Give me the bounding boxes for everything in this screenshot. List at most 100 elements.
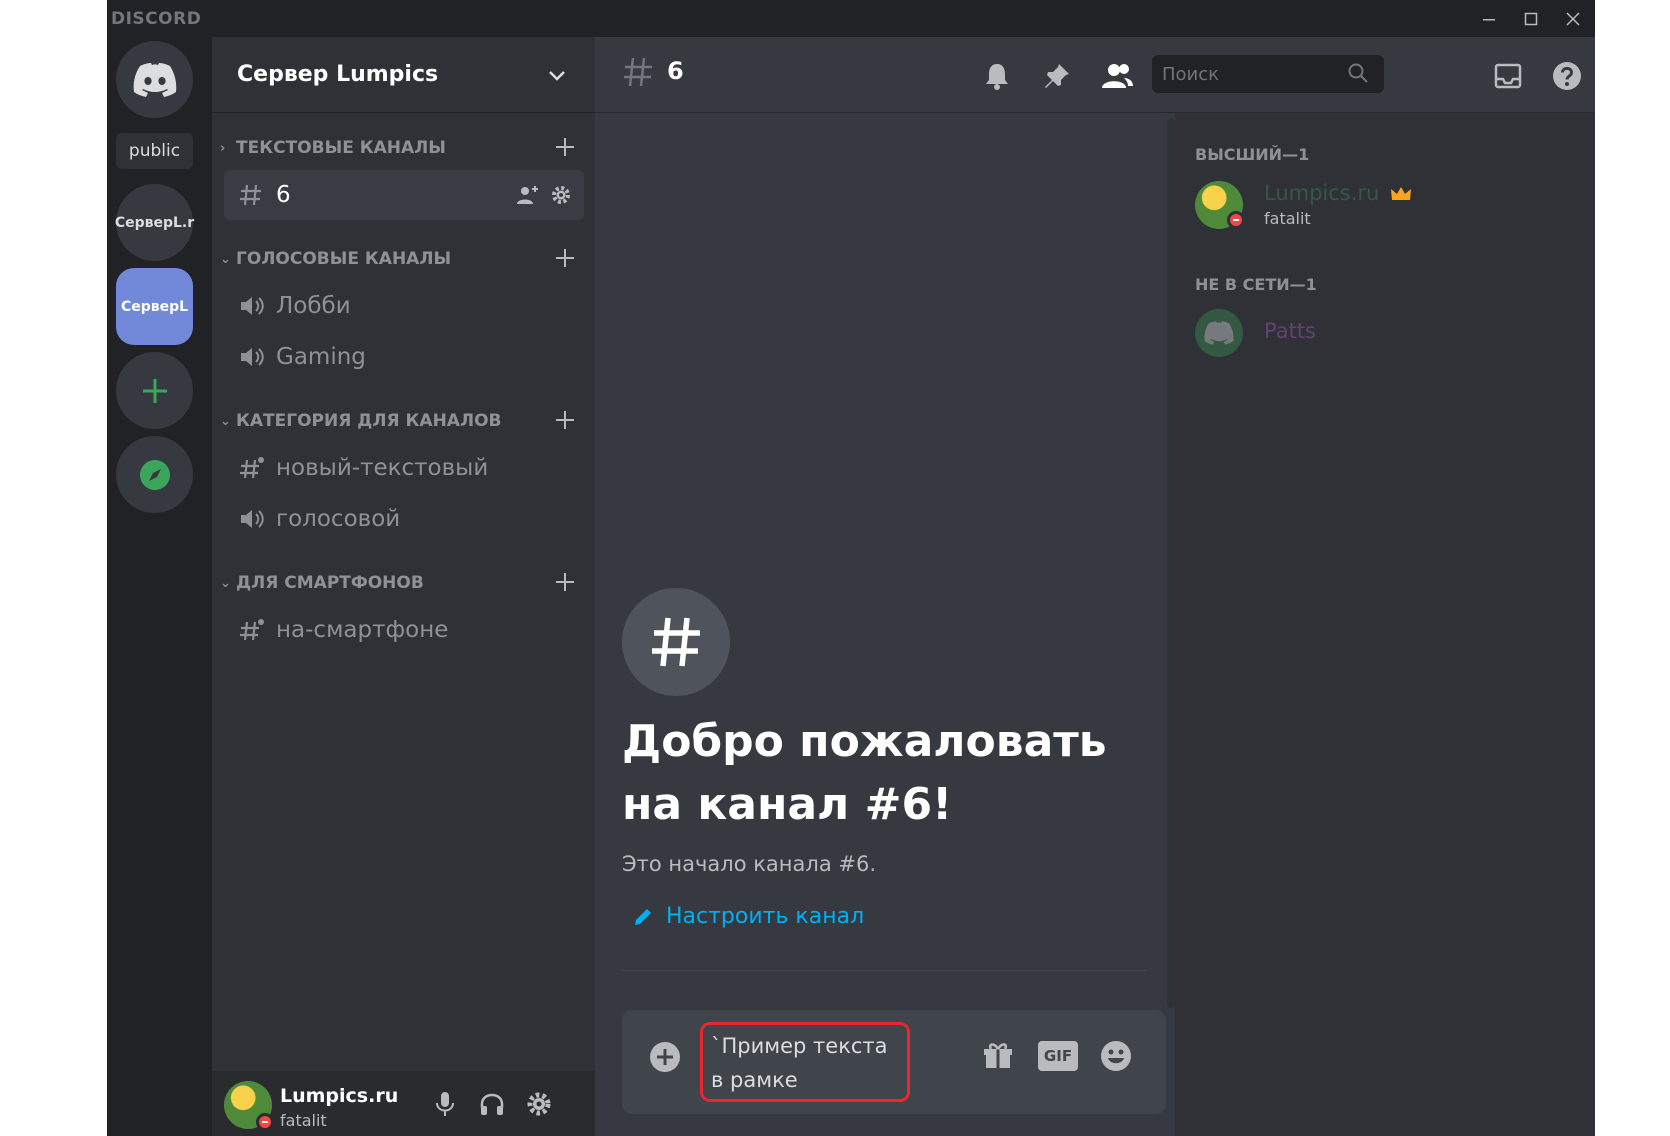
channel-title: 6 [667,57,684,85]
maximize-icon[interactable] [1511,4,1551,34]
chevron-down-icon: ⌄ [220,251,231,267]
hash-threads-icon [238,455,276,481]
member-list: ВЫСШИЙ—1 Lumpics.ru fatalit НЕ В СЕТИ—1 … [1175,113,1595,1136]
member-group-online: ВЫСШИЙ—1 [1195,145,1310,164]
plus-circle-icon [650,1042,680,1072]
discord-logo-icon [133,62,176,97]
server-icon-serverl-active[interactable]: СерверL [116,268,193,345]
compass-icon [139,459,170,490]
channel-welcome-hash-icon [622,588,730,696]
add-channel-icon[interactable] [554,247,576,269]
explore-servers-button[interactable] [116,436,193,513]
chat-scrollbar[interactable] [1167,118,1175,1008]
crown-icon [1391,187,1411,200]
home-button[interactable] [116,41,193,118]
channel-item-lobby[interactable]: Лобби [224,281,584,331]
speaker-icon [238,344,276,370]
microphone-icon[interactable] [430,1089,460,1119]
inbox-icon[interactable] [1489,57,1527,95]
public-label: public [116,133,193,169]
dnd-status-icon [256,1113,274,1131]
add-channel-icon[interactable] [554,136,576,158]
speaker-icon [238,293,276,319]
gif-button[interactable]: GIF [1036,1036,1080,1076]
minimize-icon[interactable] [1469,4,1509,34]
member-name-offline[interactable]: Patts [1264,319,1316,343]
app-brand: DISCORD [111,9,202,29]
close-icon[interactable] [1553,4,1593,34]
category-label: КАТЕГОРИЯ ДЛЯ КАНАЛОВ [236,411,502,431]
category-smartphones[interactable]: ⌄ ДЛЯ СМАРТФОНОВ [220,569,580,597]
hash-icon [624,57,652,87]
channel-item-6[interactable]: 6 [224,170,584,220]
user-tag: fatalit [280,1111,327,1130]
hash-icon [238,182,276,208]
gift-icon[interactable] [978,1036,1018,1076]
member-group-offline: НЕ В СЕТИ—1 [1195,275,1317,294]
category-label: ДЛЯ СМАРТФОНОВ [236,573,424,593]
chevron-down-icon: ⌄ [220,575,231,591]
hash-threads-icon [238,617,276,643]
chevron-down-icon [549,71,565,81]
category-text-channels[interactable]: › ТЕКСТОВЫЕ КАНАЛЫ [220,134,580,162]
channel-item-gaming[interactable]: Gaming [224,332,584,382]
channel-sidebar: Сервер Lumpics › ТЕКСТОВЫЕ КАНАЛЫ 6 ⌄ ГО… [212,37,595,1136]
server-name: Сервер Lumpics [237,62,439,87]
edit-channel-label: Настроить канал [666,904,865,929]
help-icon[interactable] [1548,57,1586,95]
channel-label: 6 [276,182,291,208]
category-label: ТЕКСТОВЫЕ КАНАЛЫ [236,138,446,158]
server-header[interactable]: Сервер Lumpics [212,37,595,113]
pencil-icon [635,908,651,925]
category-channels-category[interactable]: ⌄ КАТЕГОРИЯ ДЛЯ КАНАЛОВ [220,407,580,435]
channel-label: голосовой [276,506,401,532]
user-name: Lumpics.ru [280,1085,399,1107]
plus-icon [142,378,167,403]
channel-item-new-text[interactable]: новый-текстовый [224,443,584,493]
server-label: СерверL.r [114,214,195,231]
user-settings-gear-icon[interactable] [524,1089,554,1119]
user-panel: Lumpics.ru fatalit [212,1071,595,1136]
speaker-icon [238,506,276,532]
chevron-right-icon: › [220,140,226,156]
category-label: ГОЛОСОВЫЕ КАНАЛЫ [236,249,452,269]
channel-item-voice[interactable]: голосовой [224,494,584,544]
emoji-icon[interactable] [1096,1036,1136,1076]
channel-header: 6 [595,37,1595,113]
discord-logo-icon [1204,321,1234,345]
dnd-status-icon [1227,211,1245,229]
invite-member-icon[interactable] [516,184,540,206]
gear-icon[interactable] [550,184,572,206]
message-composer: `Пример текста в рамке GIF [622,1010,1166,1114]
channel-label: Лобби [276,293,351,319]
channel-label: Gaming [276,344,366,370]
headphones-icon[interactable] [477,1089,507,1119]
welcome-subtitle: Это начало канала #6. [622,852,876,876]
chevron-down-icon: ⌄ [220,413,231,429]
message-input[interactable]: `Пример текста в рамке [700,1022,910,1102]
discord-window: DISCORD public СерверL.r СерверL Сервер … [107,0,1595,1136]
gif-label: GIF [1038,1041,1078,1071]
add-channel-icon[interactable] [554,409,576,431]
add-channel-icon[interactable] [554,571,576,593]
member-avatar-offline[interactable] [1195,309,1243,357]
server-icon-serverl-r[interactable]: СерверL.r [114,184,195,261]
search-icon [1348,63,1368,83]
channel-item-on-smartphone[interactable]: на-смартфоне [224,605,584,655]
channel-label: новый-текстовый [276,455,489,481]
server-label: СерверL [120,298,189,315]
chat-area [595,37,1175,1136]
server-rail: public СерверL.r СерверL [107,37,197,1136]
member-subtitle: fatalit [1264,209,1311,228]
category-voice-channels[interactable]: ⌄ ГОЛОСОВЫЕ КАНАЛЫ [220,245,580,273]
edit-channel-link[interactable]: Настроить канал [632,904,864,929]
add-server-button[interactable] [116,352,193,429]
pin-icon[interactable] [1038,57,1076,95]
bell-icon[interactable] [978,57,1016,95]
welcome-title: Добро пожаловать на канал #6! [622,716,1107,830]
channel-label: на-смартфоне [276,617,449,643]
upload-button[interactable] [648,1040,682,1078]
member-name[interactable]: Lumpics.ru [1264,181,1379,205]
members-icon[interactable] [1098,57,1136,95]
welcome-divider [622,970,1147,971]
